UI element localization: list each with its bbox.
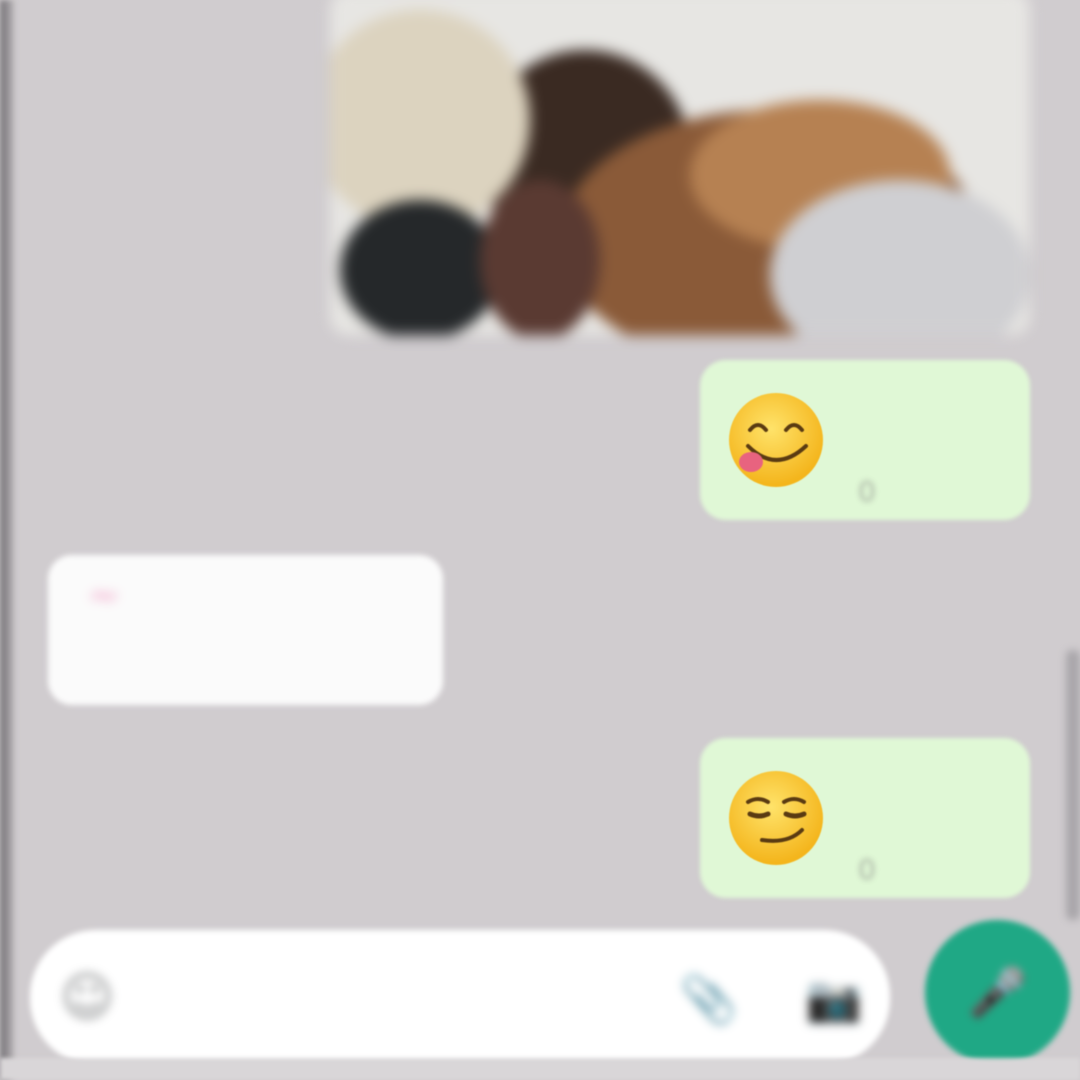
camera-icon[interactable]: 📷 bbox=[805, 972, 862, 1027]
face-savoring-food-emoji bbox=[729, 393, 823, 487]
message-composer[interactable]: ☺ 📎 📷 bbox=[30, 930, 890, 1065]
navigation-bar bbox=[0, 1058, 1080, 1080]
message-time: 0 bbox=[858, 853, 876, 886]
smirking-face-emoji bbox=[729, 771, 823, 865]
scrollbar[interactable] bbox=[1066, 650, 1080, 920]
screen-left-edge bbox=[0, 0, 14, 1080]
incoming-message-bubble[interactable]: ~ bbox=[48, 555, 443, 705]
attach-icon[interactable]: 📎 bbox=[680, 972, 737, 1027]
emoji-picker-icon[interactable]: ☺ bbox=[60, 968, 114, 1028]
mic-icon: 🎤 bbox=[967, 965, 1028, 1021]
voice-message-button[interactable]: 🎤 bbox=[925, 920, 1070, 1065]
sender-name: ~ bbox=[88, 573, 120, 617]
message-time: 0 bbox=[858, 475, 876, 508]
photo-message[interactable] bbox=[330, 0, 1030, 335]
